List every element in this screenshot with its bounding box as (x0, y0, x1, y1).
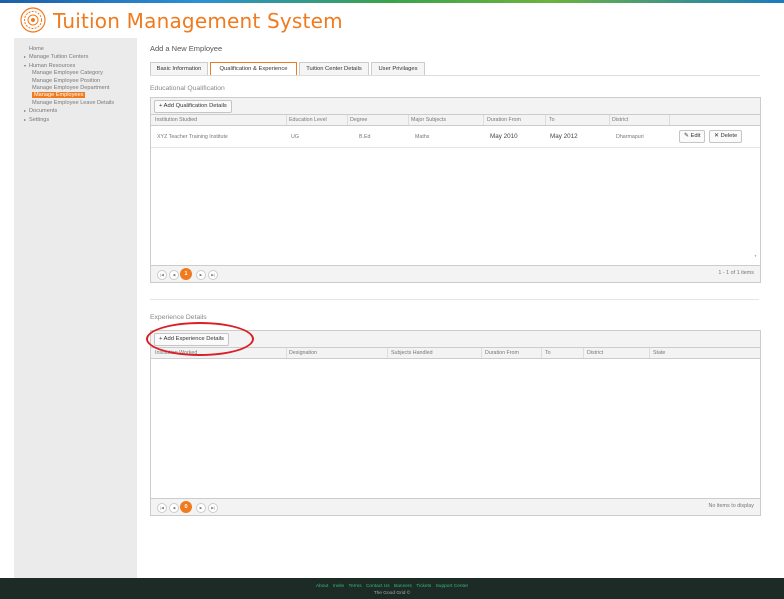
column-header[interactable]: Degree (350, 117, 367, 123)
qualification-grid-header: Institution Studied Education Level Degr… (151, 115, 760, 126)
sidebar-item-manage-tuition-centers[interactable]: ▸ Manage Tuition Centers (24, 53, 137, 61)
edit-button[interactable]: ✎ Edit (679, 130, 706, 143)
sidebar-nav: Home ▸ Manage Tuition Centers ▾ Human Reso… (14, 38, 137, 124)
qualification-grid: + Add Qualification Details Institution … (150, 97, 761, 283)
column-header[interactable]: Major Subjects (411, 117, 446, 123)
last-page-icon[interactable]: ▶| (208, 503, 218, 513)
page-title: Add a New Employee (150, 44, 223, 53)
next-page-icon[interactable]: ▶ (196, 503, 206, 513)
footer-link-terms[interactable]: Terms (349, 584, 362, 589)
sidebar-item-manage-employee-position[interactable]: Manage Employee Position (24, 78, 137, 85)
column-header[interactable]: To (545, 350, 551, 356)
column-header[interactable]: Education Level (289, 117, 327, 123)
footer-link-contact-us[interactable]: Contact Us (366, 584, 390, 589)
gear-emblem-icon (20, 7, 46, 33)
column-header[interactable]: District (612, 117, 628, 123)
column-header[interactable]: Designation (289, 350, 317, 356)
cell-institution: XYZ Teacher Training Institute (157, 134, 228, 140)
cell-district: Dharmapuri (616, 134, 644, 140)
tab-user-privilages[interactable]: User Privilages (371, 62, 425, 76)
sidebar-item-manage-employees[interactable]: Manage Employees (24, 92, 137, 99)
first-page-icon[interactable]: |◀ (157, 270, 167, 280)
column-header[interactable]: Duration From (485, 350, 519, 356)
prev-page-icon[interactable]: ◀ (169, 270, 179, 280)
app-title: Tuition Management System (53, 9, 343, 33)
sidebar-item-documents[interactable]: ▸ Documents (24, 107, 137, 115)
current-page-number[interactable]: 0 (180, 501, 192, 513)
tab-qualification-experience[interactable]: Qualification & Experience (210, 62, 297, 76)
section-divider (150, 299, 759, 300)
column-header[interactable]: District (587, 350, 603, 356)
experience-grid-header: Institution Worked Designation Subjects … (151, 348, 760, 359)
sidebar-item-settings[interactable]: ▸ Settings (24, 116, 137, 124)
footer-link-support-center[interactable]: Support Center (436, 584, 469, 589)
experience-section-title: Experience Details (150, 314, 207, 321)
next-page-icon[interactable]: ▶ (196, 270, 206, 280)
cell-duration-from: May 2010 (490, 133, 518, 140)
footer: About Invite Terms Contact Us Banners Ti… (0, 578, 784, 599)
sidebar-item-home[interactable]: Home (24, 46, 137, 53)
footer-link-tickets[interactable]: Tickets (416, 584, 431, 589)
table-row: XYZ Teacher Training Institute UG B.Ed M… (151, 126, 760, 148)
prev-page-icon[interactable]: ◀ (169, 503, 179, 513)
footer-link-invite[interactable]: Invite (333, 584, 344, 589)
tab-basic-information[interactable]: Basic Information (150, 62, 208, 76)
column-header[interactable]: State (653, 350, 665, 356)
column-header[interactable]: Duration From (487, 117, 521, 123)
cell-duration-to: May 2012 (550, 133, 578, 140)
cell-degree: B.Ed (359, 134, 371, 140)
footer-link-banners[interactable]: Banners (394, 584, 412, 589)
column-header[interactable]: Subjects Handled (391, 350, 433, 356)
cell-education-level: UG (291, 134, 299, 140)
qualification-section-title: Educational Qualification (150, 85, 225, 92)
experience-pager: |◀ ◀ 0 ▶ ▶| No items to display (151, 498, 760, 515)
sidebar-item-human-resources[interactable]: ▾ Human Resources (24, 62, 137, 70)
footer-links: About Invite Terms Contact Us Banners Ti… (0, 584, 784, 589)
experience-grid: + Add Experience Details Institution Wor… (150, 330, 761, 516)
sidebar: Home ▸ Manage Tuition Centers ▾ Human Reso… (14, 38, 137, 578)
column-header[interactable]: To (549, 117, 555, 123)
tab-tuition-center-details[interactable]: Tuition Center Details (299, 62, 369, 76)
scroll-down-icon[interactable]: ▼ (754, 254, 757, 258)
current-page-number[interactable]: 1 (180, 268, 192, 280)
sidebar-item-manage-employee-department[interactable]: Manage Employee Department (24, 85, 137, 92)
red-annotation-ellipse (146, 322, 254, 356)
cell-major-subjects: Maths (415, 134, 430, 140)
delete-button[interactable]: ✕ Delete (709, 130, 743, 143)
qualification-pager: |◀ ◀ 1 ▶ ▶| 1 - 1 of 1 items (151, 265, 760, 282)
sidebar-item-manage-employee-category[interactable]: Manage Employee Category (24, 70, 137, 77)
pager-info: No items to display (708, 503, 754, 509)
tab-underline (150, 75, 760, 76)
add-qualification-button[interactable]: + Add Qualification Details (154, 100, 232, 113)
sidebar-item-manage-employee-leave-details[interactable]: Manage Employee Leave Details (24, 100, 137, 107)
footer-copyright: The Good Grid © (373, 591, 411, 596)
first-page-icon[interactable]: |◀ (157, 503, 167, 513)
pager-info: 1 - 1 of 1 items (718, 270, 754, 276)
grid-toolbar: + Add Qualification Details (151, 98, 760, 115)
footer-link-about[interactable]: About (316, 584, 329, 589)
last-page-icon[interactable]: ▶| (208, 270, 218, 280)
column-header[interactable]: Institution Studied (155, 117, 197, 123)
app-header: Tuition Management System (0, 3, 784, 37)
